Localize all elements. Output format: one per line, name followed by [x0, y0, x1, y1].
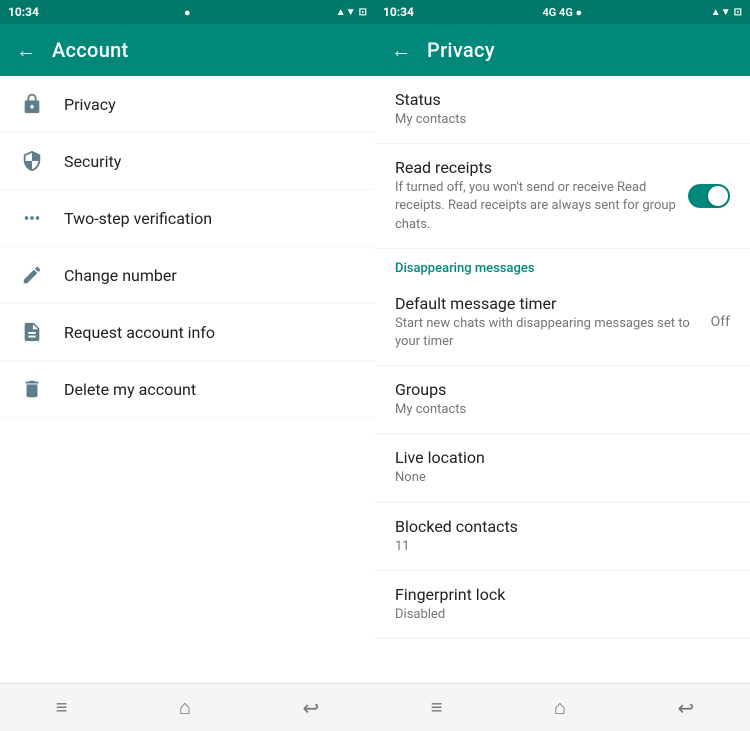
- nav-menu-icon-privacy[interactable]: ≡: [431, 695, 443, 720]
- live-location-info: Live location None: [395, 448, 730, 487]
- groups-info: Groups My contacts: [395, 380, 730, 419]
- nav-home-icon[interactable]: ⌂: [179, 695, 191, 720]
- status-bar-account: 10:34 ● ▲▼ ⊡: [0, 0, 375, 24]
- status-title: Status: [395, 90, 730, 109]
- shield-icon: [20, 149, 44, 173]
- account-panel: 10:34 ● ▲▼ ⊡ ← Account Privacy: [0, 0, 375, 731]
- battery-icon: ⊡: [359, 7, 367, 18]
- privacy-item-message-timer[interactable]: Default message timer Start new chats wi…: [375, 280, 750, 366]
- privacy-title: Privacy: [427, 38, 495, 62]
- read-receipts-title: Read receipts: [395, 158, 678, 177]
- nav-back-icon[interactable]: ↩: [302, 696, 319, 720]
- bottom-nav-privacy: ≡ ⌂ ↩: [375, 683, 750, 731]
- read-receipts-info: Read receipts If turned off, you won't s…: [395, 158, 678, 234]
- wifi-icon-privacy: ▲▼: [711, 7, 731, 18]
- message-timer-info: Default message timer Start new chats wi…: [395, 294, 703, 351]
- privacy-item-status[interactable]: Status My contacts: [375, 76, 750, 144]
- delete-account-label: Delete my account: [64, 380, 196, 399]
- phone-edit-icon: [20, 263, 44, 287]
- message-timer-subtitle: Start new chats with disappearing messag…: [395, 315, 703, 351]
- two-step-label: Two-step verification: [64, 209, 212, 228]
- account-header: ← Account: [0, 24, 375, 76]
- back-button-privacy[interactable]: ←: [391, 38, 411, 63]
- change-number-label: Change number: [64, 266, 177, 285]
- fingerprint-lock-title: Fingerprint lock: [395, 585, 730, 604]
- nav-home-icon-privacy[interactable]: ⌂: [554, 695, 566, 720]
- wifi-icon: ▲▼: [336, 7, 356, 18]
- menu-item-change-number[interactable]: Change number: [0, 247, 375, 304]
- trash-icon: [20, 377, 44, 401]
- bottom-nav-account: ≡ ⌂ ↩: [0, 683, 375, 731]
- blocked-contacts-title: Blocked contacts: [395, 517, 730, 536]
- read-receipts-subtitle: If turned off, you won't send or receive…: [395, 179, 678, 234]
- privacy-item-blocked-contacts[interactable]: Blocked contacts 11: [375, 503, 750, 571]
- account-content: Privacy Security Two-step verification: [0, 76, 375, 683]
- menu-item-privacy[interactable]: Privacy: [0, 76, 375, 133]
- blocked-contacts-info: Blocked contacts 11: [395, 517, 730, 556]
- status-icons-account: ▲▼ ⊡: [336, 7, 367, 18]
- status-bar-privacy: 10:34 4G 4G ● ▲▼ ⊡: [375, 0, 750, 24]
- privacy-content: Status My contacts Read receipts If turn…: [375, 76, 750, 683]
- nav-menu-icon[interactable]: ≡: [56, 695, 68, 720]
- live-location-title: Live location: [395, 448, 730, 467]
- dots-icon: [20, 206, 44, 230]
- groups-subtitle: My contacts: [395, 401, 730, 419]
- message-timer-value: Off: [711, 314, 730, 330]
- account-title: Account: [52, 38, 129, 62]
- blocked-contacts-count: 11: [395, 538, 730, 556]
- disappearing-section-label: Disappearing messages: [375, 249, 750, 280]
- nav-back-icon-privacy[interactable]: ↩: [677, 696, 694, 720]
- status-info: Status My contacts: [395, 90, 730, 129]
- file-icon: [20, 320, 44, 344]
- battery-icon-privacy: ⊡: [734, 7, 742, 18]
- privacy-header: ← Privacy: [375, 24, 750, 76]
- fingerprint-lock-info: Fingerprint lock Disabled: [395, 585, 730, 624]
- privacy-item-live-location[interactable]: Live location None: [375, 434, 750, 502]
- read-receipts-toggle[interactable]: [688, 184, 730, 208]
- security-label: Security: [64, 152, 121, 171]
- request-info-label: Request account info: [64, 323, 215, 342]
- privacy-item-groups[interactable]: Groups My contacts: [375, 366, 750, 434]
- lock-icon: [20, 92, 44, 116]
- privacy-label: Privacy: [64, 95, 116, 114]
- status-icons-privacy: ▲▼ ⊡: [711, 7, 742, 18]
- back-button-account[interactable]: ←: [16, 38, 36, 63]
- privacy-panel: 10:34 4G 4G ● ▲▼ ⊡ ← Privacy Status My c…: [375, 0, 750, 731]
- groups-title: Groups: [395, 380, 730, 399]
- menu-item-two-step[interactable]: Two-step verification: [0, 190, 375, 247]
- status-subtitle: My contacts: [395, 111, 730, 129]
- status-signal-account: ●: [184, 6, 191, 19]
- privacy-item-read-receipts[interactable]: Read receipts If turned off, you won't s…: [375, 144, 750, 249]
- menu-item-request-info[interactable]: Request account info: [0, 304, 375, 361]
- time-account: 10:34: [8, 5, 39, 19]
- menu-item-delete-account[interactable]: Delete my account: [0, 361, 375, 418]
- time-privacy: 10:34: [383, 5, 414, 19]
- status-signal-privacy: 4G 4G ●: [543, 6, 583, 19]
- message-timer-title: Default message timer: [395, 294, 703, 313]
- fingerprint-lock-status: Disabled: [395, 606, 730, 624]
- live-location-subtitle: None: [395, 469, 730, 487]
- privacy-item-fingerprint-lock[interactable]: Fingerprint lock Disabled: [375, 571, 750, 639]
- menu-item-security[interactable]: Security: [0, 133, 375, 190]
